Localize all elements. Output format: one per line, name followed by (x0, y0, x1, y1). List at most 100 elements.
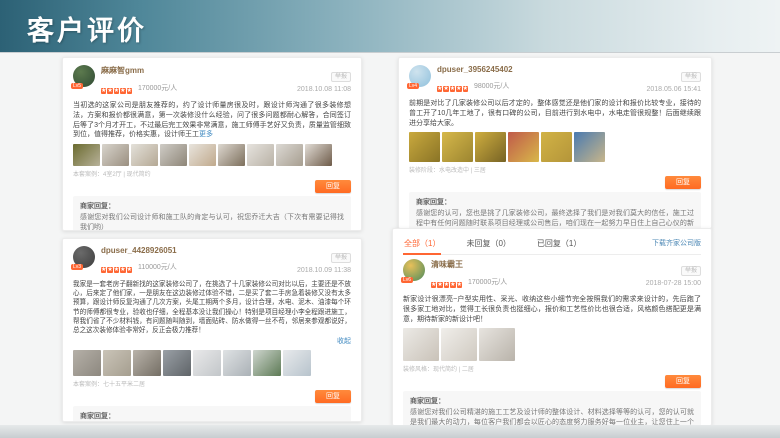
review-header: Lv3 dpuser_4428926051 ★★★★★ 110000元/人 举报… (73, 246, 351, 276)
level-badge: Lv4 (407, 83, 419, 89)
avatar[interactable]: Lv5 (73, 65, 95, 87)
collapse-link[interactable]: 收起 (337, 338, 351, 345)
photo-strip (403, 328, 701, 361)
review-photo[interactable] (508, 132, 539, 162)
review-card: 全部（1） 未回复（0） 已回复（1） 下载齐家公司版 Lv6 清味霸王 ★★★… (392, 228, 712, 426)
review-photo[interactable] (479, 328, 515, 361)
star-icon: ★ (101, 267, 106, 273)
review-card: Lv5 麻麻智gmm ★★★★★ 170000元/人 举报 2018.10.08… (62, 57, 362, 231)
review-header: Lv5 麻麻智gmm ★★★★★ 170000元/人 举报 2018.10.08… (73, 65, 351, 97)
star-rating: ★★★★★ (101, 258, 133, 276)
review-photo[interactable] (305, 144, 332, 166)
review-photo[interactable] (223, 350, 251, 376)
review-text: 我家是一套老房子翻新找的这家装修公司了，在挑选了十几家装修公司对比以后，主要还是… (73, 280, 351, 335)
review-photo[interactable] (574, 132, 605, 162)
reply-button[interactable]: 回复 (665, 375, 701, 388)
price-per-person: 170000元/人 (468, 277, 507, 287)
star-icon: ★ (114, 88, 119, 94)
merchant-reply-box: 商家回复： 感谢您对我们公司设计师和施工队的肯定与认可，祝您乔迁大吉（下次有需要… (73, 196, 351, 231)
star-icon: ★ (107, 88, 112, 94)
star-icon: ★ (107, 267, 112, 273)
review-photo[interactable] (247, 144, 274, 166)
slide-title: 客户评价 (0, 0, 780, 48)
review-photo[interactable] (442, 132, 473, 162)
star-icon: ★ (463, 86, 468, 92)
reply-button[interactable]: 回复 (665, 176, 701, 189)
merchant-reply-label: 商家回复： (80, 201, 344, 211)
star-icon: ★ (437, 86, 442, 92)
slide-footer-band (0, 425, 780, 438)
more-link[interactable]: 更多 (199, 131, 213, 138)
merchant-reply-label: 商家回复： (410, 396, 694, 406)
review-photo[interactable] (160, 144, 187, 166)
review-photo[interactable] (73, 144, 100, 166)
star-icon: ★ (437, 282, 442, 288)
review-text: 新家设计很漂亮~户型实用性、采光、收纳这些小细节完全按照我们的需求来设计的，先后… (403, 295, 701, 324)
download-app-link[interactable]: 下载齐家公司版 (652, 238, 701, 252)
review-text: 前期是对比了几家装修公司以后才定的，整体感觉还是他们家的设计和报价比较专业，接待… (409, 99, 701, 128)
review-photo[interactable] (73, 350, 101, 376)
username[interactable]: 麻麻智gmm (101, 65, 297, 76)
avatar[interactable]: Lv6 (403, 259, 425, 281)
case-caption: 装修风格：现代简约 | 二居 (403, 364, 701, 373)
star-icon: ★ (127, 267, 132, 273)
review-photo[interactable] (131, 144, 158, 166)
star-icon: ★ (101, 88, 106, 94)
review-photo[interactable] (403, 328, 439, 361)
star-icon: ★ (120, 267, 125, 273)
review-date: 2018-07-28 15:00 (646, 280, 701, 287)
review-photo[interactable] (102, 144, 129, 166)
report-button[interactable]: 举报 (681, 72, 701, 82)
review-photo[interactable] (541, 132, 572, 162)
tab-all[interactable]: 全部（1） (403, 236, 441, 254)
star-icon: ★ (120, 88, 125, 94)
review-photo[interactable] (276, 144, 303, 166)
review-photo[interactable] (189, 144, 216, 166)
avatar[interactable]: Lv3 (73, 246, 95, 268)
review-header: Lv6 清味霸王 ★★★★★ 170000元/人 举报 2018-07-28 1… (403, 259, 701, 291)
photo-strip (73, 350, 351, 376)
merchant-reply-label: 商家回复： (80, 411, 344, 421)
reply-button[interactable]: 回复 (315, 180, 351, 193)
star-icon: ★ (127, 88, 132, 94)
username[interactable]: 清味霸王 (431, 259, 646, 270)
merchant-reply-box: 商家回复： 感谢您对我们公司精湛的施工工艺及设计师的整体设计、材料选择等等的认可… (403, 391, 701, 426)
merchant-reply-text: 感谢您的认可，您也是挑了几家装修公司，最终选择了我们是对我们莫大的信任，施工过程… (416, 209, 694, 229)
review-date: 2018.10.09 11:38 (297, 267, 351, 274)
review-photo[interactable] (103, 350, 131, 376)
review-photo[interactable] (475, 132, 506, 162)
review-date: 2018.05.06 15:41 (647, 86, 702, 93)
star-rating: ★★★★★ (101, 79, 133, 97)
reply-button[interactable]: 回复 (315, 390, 351, 403)
review-photo[interactable] (133, 350, 161, 376)
report-button[interactable]: 举报 (331, 253, 351, 263)
review-photo[interactable] (409, 132, 440, 162)
review-card: Lv4 dpuser_3956245402 ★★★★★ 98000元/人 举报 … (398, 57, 712, 229)
merchant-reply-box: 商家回复： 感谢您的认可，您也是挑了几家装修公司，最终选择了我们是对我们莫大的信… (409, 192, 701, 229)
slide-header: 客户评价 (0, 0, 780, 53)
report-button[interactable]: 举报 (331, 72, 351, 82)
star-rating: ★★★★★ (437, 77, 469, 95)
review-header: Lv4 dpuser_3956245402 ★★★★★ 98000元/人 举报 … (409, 65, 701, 95)
merchant-reply-label: 商家回复： (416, 197, 694, 207)
star-icon: ★ (450, 86, 455, 92)
username[interactable]: dpuser_3956245402 (437, 65, 647, 74)
avatar[interactable]: Lv4 (409, 65, 431, 87)
review-photo[interactable] (283, 350, 311, 376)
tab-replied[interactable]: 已回复（1） (536, 236, 582, 254)
username[interactable]: dpuser_4428926051 (101, 246, 297, 255)
review-card: Lv3 dpuser_4428926051 ★★★★★ 110000元/人 举报… (62, 238, 362, 422)
review-photo[interactable] (218, 144, 245, 166)
review-photo[interactable] (441, 328, 477, 361)
case-caption: 本套案例：七十五平米二居 (73, 379, 351, 388)
star-icon: ★ (457, 282, 462, 288)
tab-bar: 全部（1） 未回复（0） 已回复（1） 下载齐家公司版 (403, 236, 701, 255)
review-photo[interactable] (253, 350, 281, 376)
level-badge: Lv6 (401, 277, 413, 283)
review-photo[interactable] (163, 350, 191, 376)
star-icon: ★ (431, 282, 436, 288)
tab-unreplied[interactable]: 未回复（0） (465, 236, 511, 254)
photo-strip (73, 144, 351, 166)
report-button[interactable]: 举报 (681, 266, 701, 276)
review-photo[interactable] (193, 350, 221, 376)
